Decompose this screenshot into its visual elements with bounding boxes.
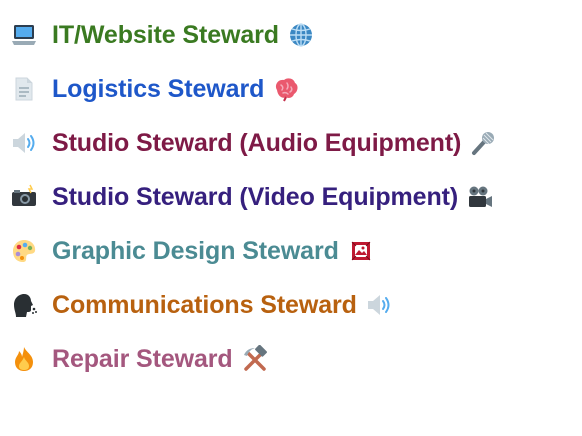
- item-label: Graphic Design Steward: [52, 237, 339, 265]
- item-label: IT/Website Steward: [52, 21, 279, 49]
- framed-picture-icon: [347, 237, 375, 265]
- speaking-head-icon: [10, 291, 38, 319]
- list-item: Studio Steward (Video Equipment): [10, 170, 575, 224]
- list-item: Graphic Design Steward: [10, 224, 575, 278]
- steward-list: IT/Website Steward Logistics Steward Stu…: [10, 8, 575, 386]
- item-label: Studio Steward (Audio Equipment): [52, 129, 462, 157]
- brain-icon: [272, 75, 300, 103]
- list-item: Studio Steward (Audio Equipment): [10, 116, 575, 170]
- item-label: Communications Steward: [52, 291, 357, 319]
- fire-icon: [10, 345, 38, 373]
- hammer-pick-icon: [241, 345, 269, 373]
- list-item: Communications Steward: [10, 278, 575, 332]
- list-item: Logistics Steward: [10, 62, 575, 116]
- speaker-icon: [10, 129, 38, 157]
- microphone-icon: [469, 129, 497, 157]
- item-label: Logistics Steward: [52, 75, 265, 103]
- globe-icon: [287, 21, 315, 49]
- document-icon: [10, 75, 38, 103]
- artist-palette-icon: [10, 237, 38, 265]
- item-label: Studio Steward (Video Equipment): [52, 183, 459, 211]
- item-label: Repair Steward: [52, 345, 233, 373]
- list-item: IT/Website Steward: [10, 8, 575, 62]
- movie-camera-icon: [466, 183, 494, 211]
- laptop-icon: [10, 21, 38, 49]
- speaker-icon: [365, 291, 393, 319]
- list-item: Repair Steward: [10, 332, 575, 386]
- camera-flash-icon: [10, 183, 38, 211]
